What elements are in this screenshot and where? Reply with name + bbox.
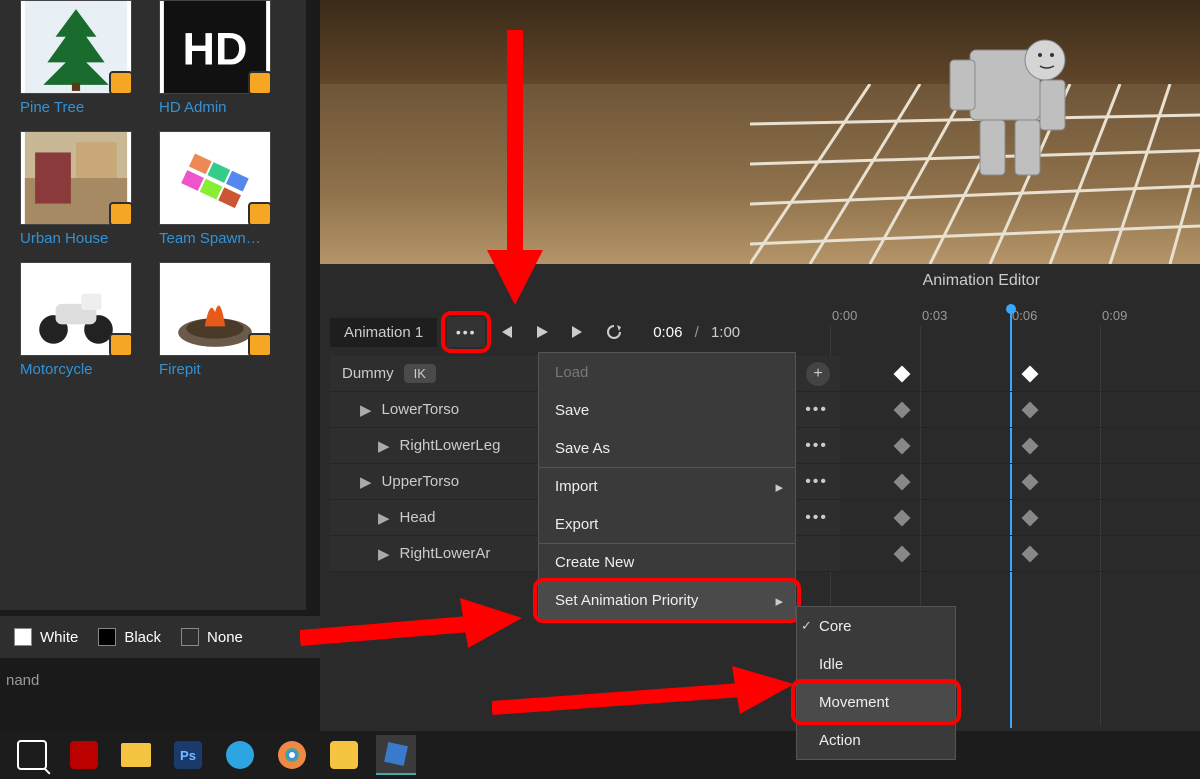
thumb-label: Motorcycle (20, 356, 145, 387)
chevron-right-icon: ▸ (775, 478, 783, 496)
skip-end-button[interactable] (563, 317, 593, 347)
ruler-tick: 0:03 (922, 308, 947, 323)
menu-save-as[interactable]: Save As (539, 429, 795, 467)
color-white[interactable]: White (14, 628, 78, 646)
loop-button[interactable] (599, 317, 629, 347)
animation-name[interactable]: Animation 1 (330, 318, 437, 347)
submenu-label: Idle (819, 656, 843, 673)
color-black[interactable]: Black (98, 628, 161, 646)
menu-label: Create New (555, 554, 634, 571)
thumb-label: Urban House (20, 225, 145, 256)
menu-set-priority[interactable]: Set Animation Priority ▸ (539, 581, 795, 619)
taskbar-roblox-studio[interactable] (376, 735, 416, 775)
play-button[interactable] (527, 317, 557, 347)
toolbox-item-hd-admin[interactable]: HD HD Admin (159, 0, 284, 125)
ruler-tick: 0:00 (832, 308, 857, 323)
menu-save[interactable]: Save (539, 391, 795, 429)
track-options[interactable]: ••• (805, 509, 828, 527)
keyframe-area[interactable] (840, 356, 1200, 572)
submenu-label: Core (819, 618, 852, 635)
check-icon: ✓ (801, 618, 812, 634)
editor-title: Animation Editor (923, 272, 1040, 290)
taskbar-app-1[interactable] (64, 735, 104, 775)
menu-label: Export (555, 516, 598, 533)
time-current: 0:06 (653, 324, 682, 341)
menu-load[interactable]: Load (539, 353, 795, 391)
color-label: White (40, 629, 78, 646)
menu-label: Save (555, 402, 589, 419)
add-track-button[interactable]: + (806, 362, 830, 386)
track-label: Dummy (342, 365, 394, 382)
track-label: UpperTorso (382, 473, 460, 490)
character-rig (890, 10, 1080, 190)
track-options[interactable]: ••• (805, 401, 828, 419)
color-label: None (207, 629, 243, 646)
dots-icon: ••• (456, 324, 477, 340)
animation-editor: Animation Editor Animation 1 ••• 0:06 / … (320, 264, 1200, 779)
track-label: RightLowerAr (400, 545, 491, 562)
taskbar-photoshop[interactable]: Ps (168, 735, 208, 775)
priority-idle[interactable]: Idle (797, 645, 955, 683)
toolbox-item-team-spawn[interactable]: Team Spawn… (159, 131, 284, 256)
taskbar-file-explorer[interactable] (116, 735, 156, 775)
thumb-label: Team Spawn… (159, 225, 284, 256)
ik-toggle[interactable]: IK (404, 364, 436, 383)
track-label: LowerTorso (382, 401, 460, 418)
thumb-label: HD Admin (159, 94, 284, 125)
caret-icon: ▶ (360, 401, 372, 419)
time-total: 1:00 (711, 324, 740, 341)
options-button[interactable]: ••• (447, 317, 485, 347)
taskbar-search[interactable] (12, 735, 52, 775)
menu-create-new[interactable]: Create New (539, 543, 795, 581)
priority-submenu: ✓ Core Idle Movement Action (796, 606, 956, 760)
track-label: RightLowerLeg (400, 437, 501, 454)
timeline-ruler[interactable]: 0:00 0:03 0:06 0:09 (820, 308, 1200, 352)
viewport-3d[interactable] (320, 0, 1200, 264)
search-icon (17, 740, 47, 770)
toolbox-item-urban-house[interactable]: Urban House (20, 131, 145, 256)
animation-menu: Load Save Save As Import ▸ Export Create … (538, 352, 796, 620)
color-none[interactable]: None (181, 628, 243, 646)
color-label: Black (124, 629, 161, 646)
timecode: 0:06 / 1:00 (653, 324, 740, 341)
menu-import[interactable]: Import ▸ (539, 467, 795, 505)
toolbox-panel: Pine Tree HD HD Admin Urban House Team S… (0, 0, 306, 610)
toolbox-item-firepit[interactable]: Firepit (159, 262, 284, 387)
caret-icon: ▶ (360, 473, 372, 491)
ruler-tick: 0:09 (1102, 308, 1127, 323)
taskbar-telegram[interactable] (220, 735, 260, 775)
submenu-label: Movement (819, 694, 889, 711)
submenu-label: Action (819, 732, 861, 749)
caret-icon: ▶ (378, 437, 390, 455)
toolbox-item-pine-tree[interactable]: Pine Tree (20, 0, 145, 125)
track-options[interactable]: ••• (805, 473, 828, 491)
toolbox-item-motorcycle[interactable]: Motorcycle (20, 262, 145, 387)
skip-start-button[interactable] (491, 317, 521, 347)
thumb-label: Firepit (159, 356, 284, 387)
taskbar-chrome[interactable] (272, 735, 312, 775)
caret-icon: ▶ (378, 545, 390, 563)
menu-label: Set Animation Priority (555, 592, 698, 609)
track-label: Head (400, 509, 436, 526)
menu-label: Import (555, 478, 598, 495)
priority-action[interactable]: Action (797, 721, 955, 759)
time-sep: / (695, 324, 699, 341)
thumb-label: Pine Tree (20, 94, 145, 125)
menu-label: Load (555, 364, 588, 381)
priority-core[interactable]: ✓ Core (797, 607, 955, 645)
caret-icon: ▶ (378, 509, 390, 527)
track-options[interactable]: ••• (805, 437, 828, 455)
menu-export[interactable]: Export (539, 505, 795, 543)
priority-movement[interactable]: Movement (797, 683, 955, 721)
menu-label: Save As (555, 440, 610, 457)
taskbar: Ps (0, 731, 1200, 779)
command-text: nand (6, 672, 39, 689)
taskbar-app-2[interactable] (324, 735, 364, 775)
svg-text:HD: HD (183, 23, 248, 74)
chevron-right-icon: ▸ (775, 592, 783, 610)
